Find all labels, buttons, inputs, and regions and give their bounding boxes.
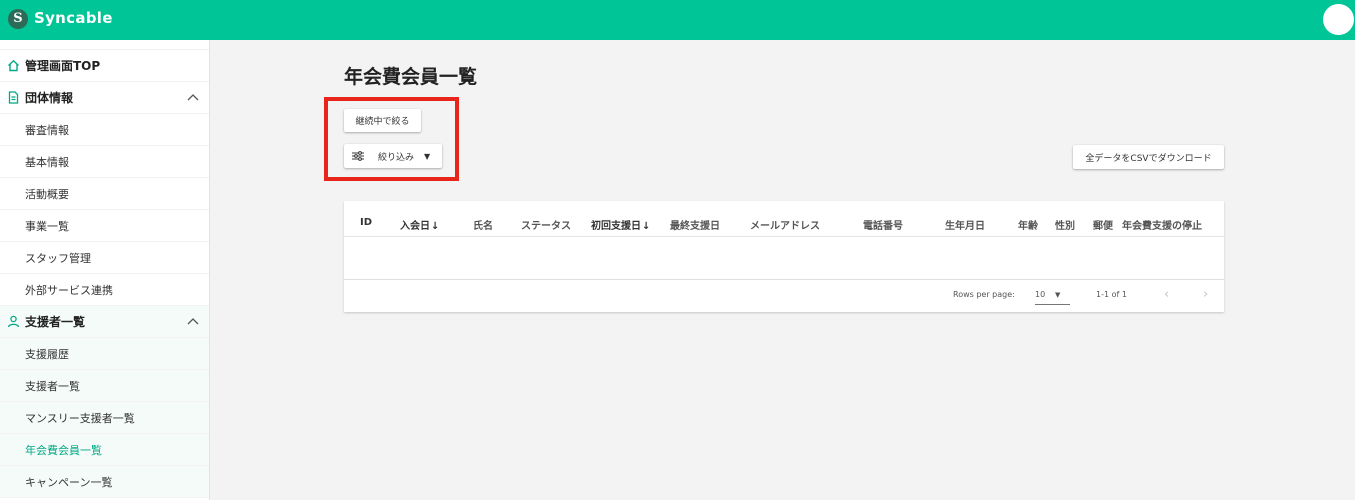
column-header-label: 年齢 bbox=[1018, 221, 1038, 232]
column-header-last-support-date[interactable]: 最終支援日 bbox=[670, 217, 720, 232]
rows-per-page-label: Rows per page: bbox=[953, 290, 1015, 299]
next-page-icon[interactable]: › bbox=[1203, 287, 1208, 302]
sidebar-item-review[interactable]: 審査情報 bbox=[0, 114, 209, 146]
chevron-up-icon[interactable] bbox=[187, 93, 199, 101]
sidebar-item-label: 活動概要 bbox=[25, 187, 69, 201]
sidebar-item-label: 支援者一覧 bbox=[25, 379, 80, 393]
rows-per-page-select[interactable]: 10 bbox=[1035, 290, 1045, 299]
column-header-label: ステータス bbox=[521, 221, 571, 232]
sidebar: 管理画面TOP 団体情報 審査情報 基本情報 活動概要 事業一覧 スタッフ管理 … bbox=[0, 40, 210, 500]
sidebar-item-supporters[interactable]: 支援者一覧 bbox=[0, 370, 209, 402]
sidebar-item-label: マンスリー支援者一覧 bbox=[25, 411, 135, 425]
column-header-phone[interactable]: 電話番号 bbox=[863, 217, 903, 232]
members-table: ID 入会日↓ 氏名 ステータス 初回支援日↓ 最終支援日 メールアドレス 電話… bbox=[344, 201, 1224, 312]
sidebar-group-supporters-section: 支援者一覧 支援履歴 支援者一覧 マンスリー支援者一覧 年会費会員一覧 キャンペ… bbox=[0, 306, 209, 498]
document-icon bbox=[8, 91, 19, 104]
sidebar-item-label: 支援履歴 bbox=[25, 347, 69, 361]
syncable-logo-icon[interactable]: S bbox=[8, 9, 28, 29]
column-header-label: ID bbox=[360, 217, 373, 228]
sidebar-item-annual-members[interactable]: 年会費会員一覧 bbox=[0, 434, 209, 466]
sidebar-item-label: 基本情報 bbox=[25, 155, 69, 169]
column-header-id[interactable]: ID bbox=[360, 217, 372, 228]
sort-arrow-down-icon: ↓ bbox=[642, 221, 651, 232]
sidebar-group-label: 団体情報 bbox=[25, 91, 74, 105]
sidebar-item-support-history[interactable]: 支援履歴 bbox=[0, 338, 209, 370]
sidebar-group-organization[interactable]: 団体情報 bbox=[0, 82, 209, 114]
column-header-label: 最終支援日 bbox=[670, 221, 720, 232]
column-header-label: 性別 bbox=[1055, 221, 1075, 232]
sidebar-item-label: 事業一覧 bbox=[25, 219, 69, 233]
pagination-range: 1-1 of 1 bbox=[1096, 290, 1127, 299]
column-header-label: 生年月日 bbox=[945, 221, 985, 232]
sidebar-item-label: 外部サービス連携 bbox=[25, 283, 113, 297]
highlight-box bbox=[324, 97, 459, 181]
sidebar-item-label: スタッフ管理 bbox=[25, 251, 91, 265]
sidebar-item-monthly-supporters[interactable]: マンスリー支援者一覧 bbox=[0, 402, 209, 434]
column-header-label: 電話番号 bbox=[863, 221, 903, 232]
column-header-gender[interactable]: 性別 bbox=[1055, 217, 1075, 232]
column-header-label: 郵便 bbox=[1093, 221, 1113, 232]
user-avatar[interactable] bbox=[1323, 4, 1354, 35]
prev-page-icon[interactable]: ‹ bbox=[1164, 287, 1169, 302]
csv-download-button[interactable]: 全データをCSVでダウンロード bbox=[1073, 145, 1224, 169]
sidebar-item-activity[interactable]: 活動概要 bbox=[0, 178, 209, 210]
column-header-stop-annual[interactable]: 年会費支援の停止 bbox=[1122, 217, 1202, 232]
column-header-postal[interactable]: 郵便 bbox=[1093, 217, 1113, 232]
column-header-name[interactable]: 氏名 bbox=[473, 217, 493, 232]
column-header-label: 氏名 bbox=[473, 221, 493, 232]
column-header-label: 入会日 bbox=[400, 221, 430, 232]
column-header-birthdate[interactable]: 生年月日 bbox=[945, 217, 985, 232]
chevron-up-icon[interactable] bbox=[187, 317, 199, 325]
sidebar-spacer bbox=[0, 40, 209, 50]
sidebar-item-campaigns[interactable]: キャンペーン一覧 bbox=[0, 466, 209, 498]
column-header-status[interactable]: ステータス bbox=[521, 217, 571, 232]
sidebar-item-staff[interactable]: スタッフ管理 bbox=[0, 242, 209, 274]
header-divider bbox=[344, 236, 1224, 237]
sidebar-item-label: 管理画面TOP bbox=[25, 59, 101, 73]
rows-per-page-underline bbox=[1035, 304, 1070, 305]
brand-name[interactable]: Syncable bbox=[34, 9, 113, 27]
person-icon bbox=[7, 315, 20, 328]
sidebar-item-external-services[interactable]: 外部サービス連携 bbox=[0, 274, 209, 306]
column-header-age[interactable]: 年齢 bbox=[1018, 217, 1038, 232]
sidebar-item-basic-info[interactable]: 基本情報 bbox=[0, 146, 209, 178]
sidebar-item-label: キャンペーン一覧 bbox=[25, 475, 113, 489]
sidebar-item-label: 年会費会員一覧 bbox=[25, 443, 102, 457]
sidebar-item-projects[interactable]: 事業一覧 bbox=[0, 210, 209, 242]
column-header-label: メールアドレス bbox=[750, 221, 820, 232]
footer-divider bbox=[344, 279, 1224, 280]
app-header: S Syncable bbox=[0, 0, 1355, 40]
home-icon bbox=[8, 59, 19, 72]
caret-down-icon[interactable]: ▼ bbox=[1055, 291, 1060, 299]
sidebar-item-admin-top[interactable]: 管理画面TOP bbox=[0, 50, 209, 82]
sidebar-group-supporters[interactable]: 支援者一覧 bbox=[0, 306, 209, 338]
column-header-label: 初回支援日 bbox=[591, 221, 641, 232]
column-header-email[interactable]: メールアドレス bbox=[750, 217, 820, 232]
column-header-label: 年会費支援の停止 bbox=[1122, 221, 1202, 232]
sort-arrow-down-icon: ↓ bbox=[431, 221, 440, 232]
column-header-first-support-date[interactable]: 初回支援日↓ bbox=[591, 217, 650, 232]
sidebar-item-label: 審査情報 bbox=[25, 123, 69, 137]
column-header-join-date[interactable]: 入会日↓ bbox=[400, 217, 439, 232]
page-title: 年会費会員一覧 bbox=[344, 66, 478, 88]
sidebar-group-label: 支援者一覧 bbox=[25, 315, 86, 329]
